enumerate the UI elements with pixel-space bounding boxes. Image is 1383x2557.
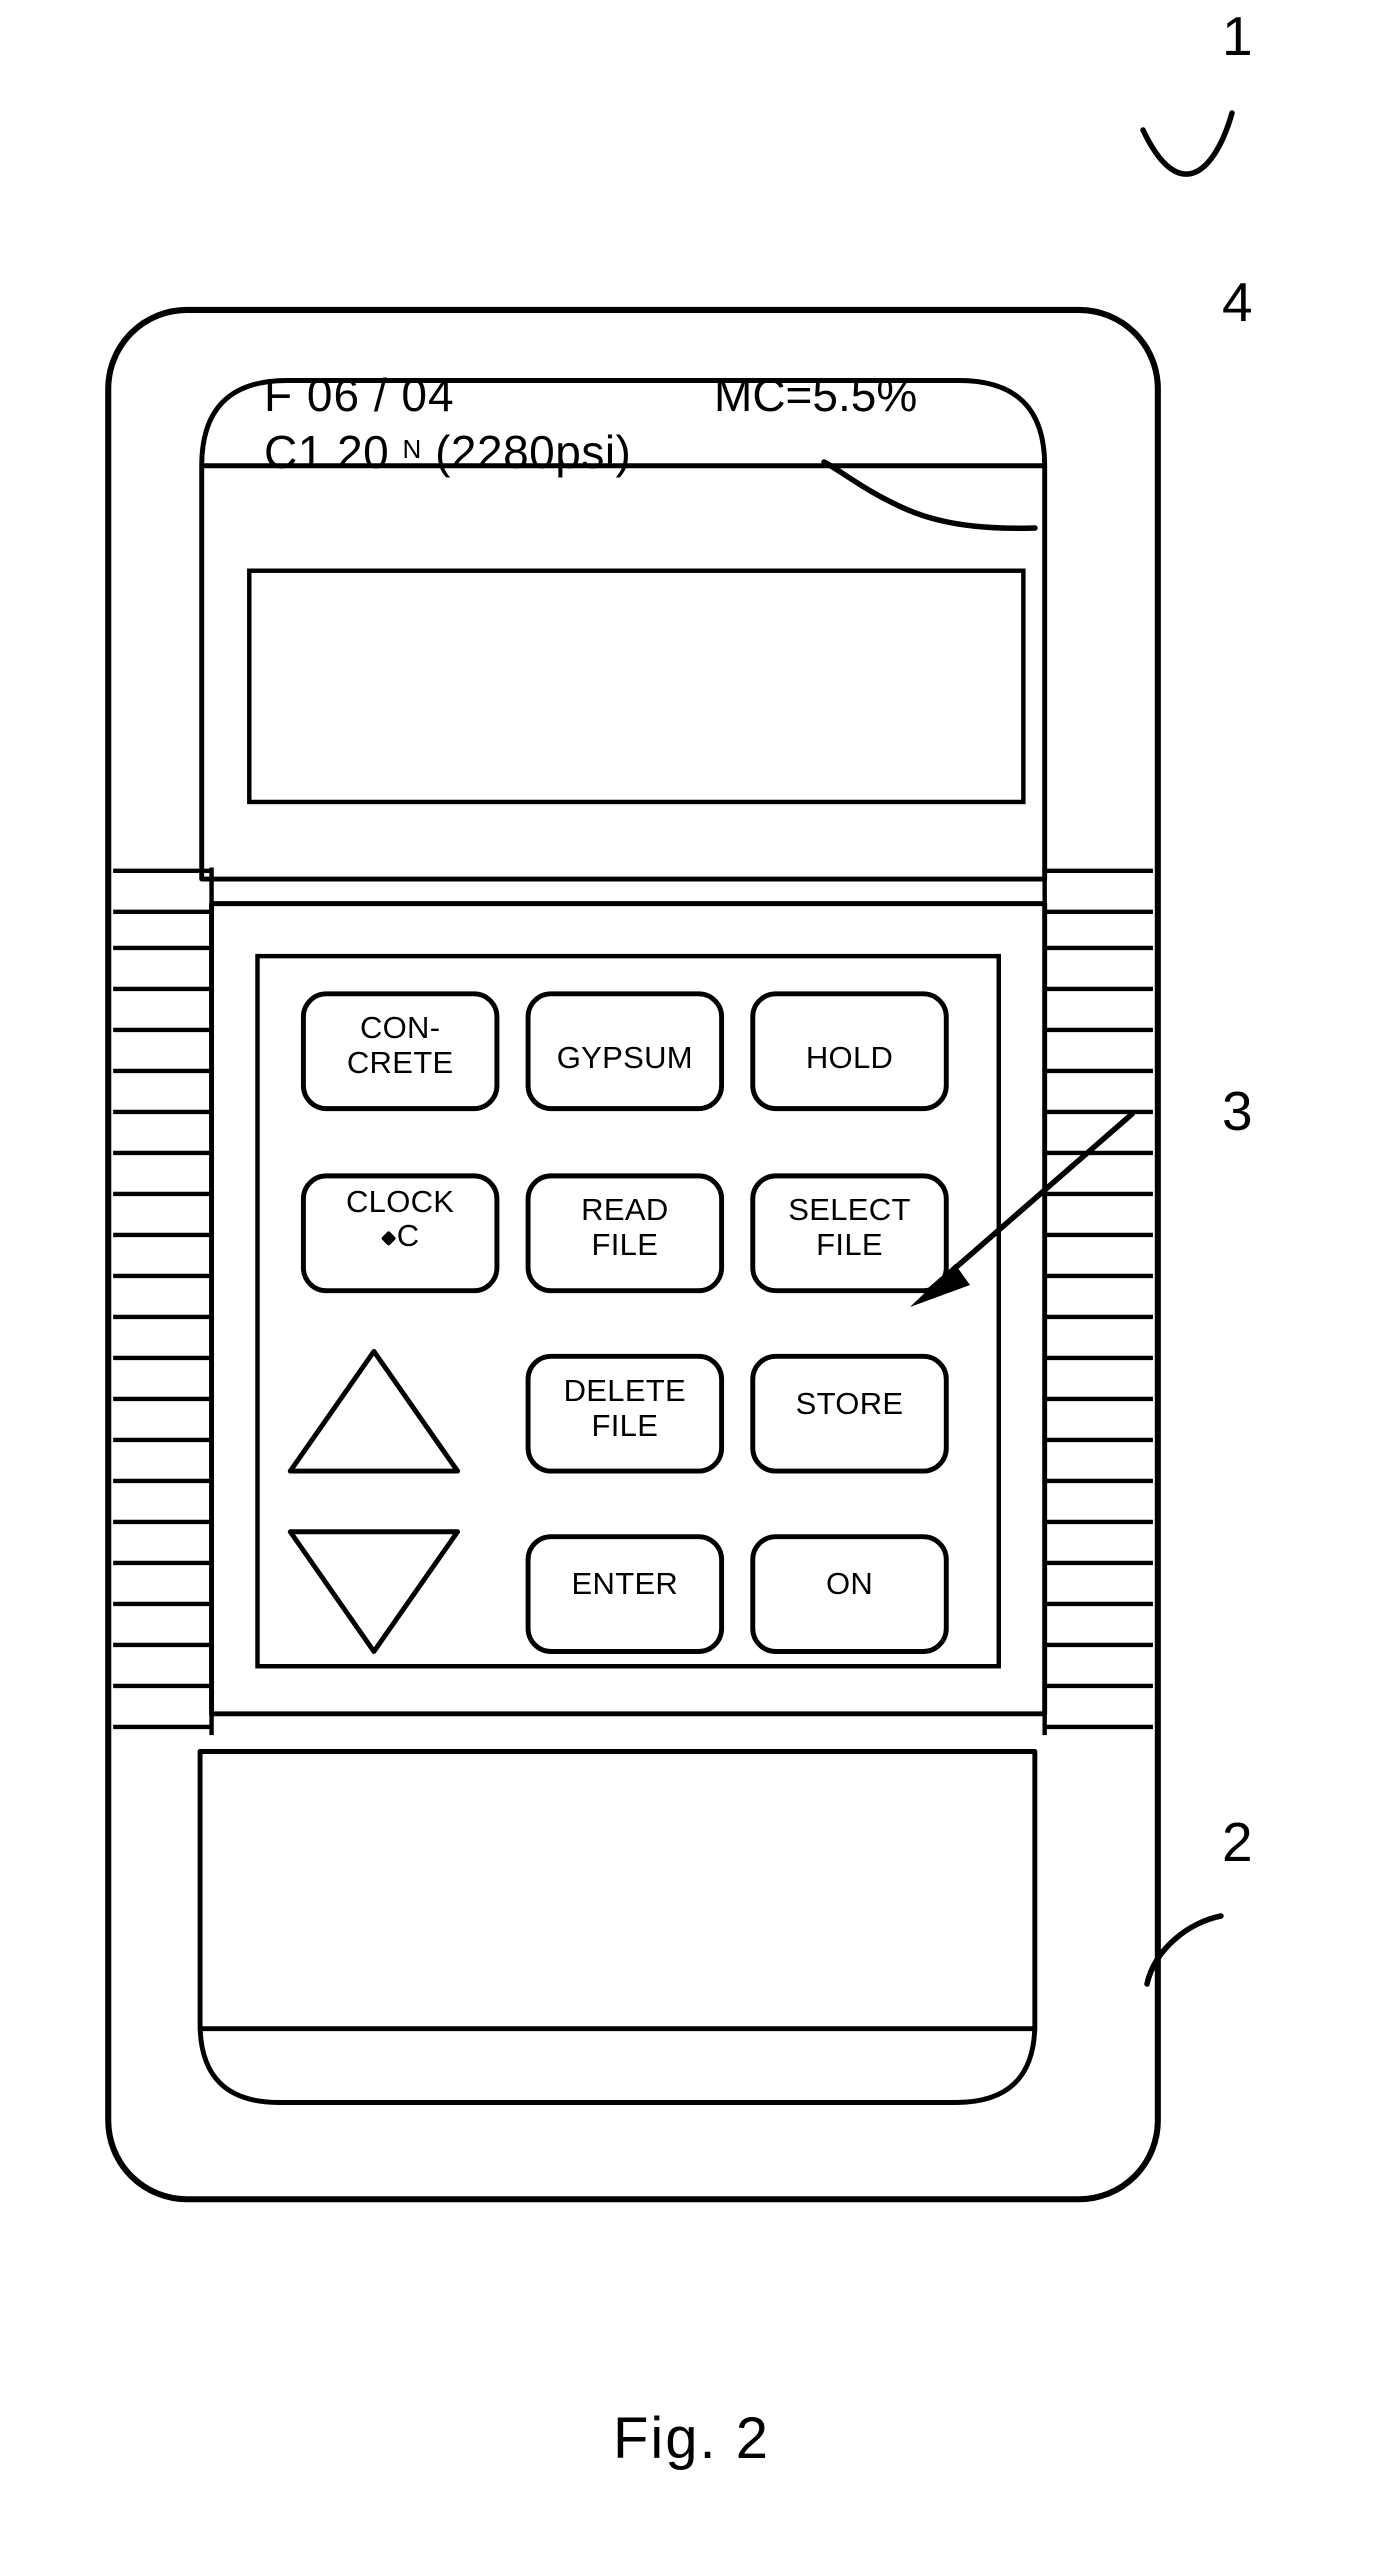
reference-numeral-2: 2 xyxy=(1222,1811,1253,1873)
lcd-line2-superscript: N xyxy=(402,434,422,464)
key-label-enter[interactable]: ENTER xyxy=(528,1566,722,1601)
lcd-line2: C1 20 N (2280psi) xyxy=(264,425,631,479)
degree-symbol-icon xyxy=(380,1230,397,1247)
key-label-clock-celsius: C xyxy=(303,1219,497,1253)
key-label-gypsum[interactable]: GYPSUM xyxy=(528,1040,722,1075)
key-label-hold[interactable]: HOLD xyxy=(753,1040,947,1075)
key-label-on[interactable]: ON xyxy=(753,1566,947,1601)
figure-caption: Fig. 2 xyxy=(612,2406,771,2471)
reference-numeral-1: 1 xyxy=(1222,5,1253,67)
key-label-delete-file[interactable]: DELETE FILE xyxy=(528,1373,722,1443)
key-label-clock[interactable]: CLOCK C xyxy=(303,1184,497,1253)
lcd-line1-right: MC=5.5% xyxy=(714,369,918,421)
lcd-line2-suffix: (2280psi) xyxy=(421,426,632,478)
figure-drawing xyxy=(105,110,1235,2203)
reference-numeral-3: 3 xyxy=(1222,1080,1253,1142)
leader-line-1 xyxy=(1140,110,1235,177)
key-label-concrete[interactable]: CON- CRETE xyxy=(303,1010,497,1080)
grip-ribs-left xyxy=(113,868,212,1730)
key-label-store[interactable]: STORE xyxy=(753,1386,947,1421)
lcd-line2-prefix: C1 20 xyxy=(264,426,403,478)
key-outline-down-arrow xyxy=(287,1529,461,1654)
patent-figure-page: F 06 / 04 MC=5.5% C1 20 N (2280psi) CON-… xyxy=(0,0,1383,2557)
key-label-read-file[interactable]: READ FILE xyxy=(528,1192,722,1262)
key-label-clock-main: CLOCK xyxy=(345,1184,455,1220)
key-outline-up-arrow xyxy=(287,1348,461,1474)
grip-ribs-right xyxy=(1044,868,1153,1730)
lcd-line1-left: F 06 / 04 xyxy=(264,369,455,421)
leader-line-4 xyxy=(821,459,1038,532)
reference-numeral-4: 4 xyxy=(1222,271,1253,333)
lcd-screen-frame xyxy=(247,568,1026,805)
key-label-clock-unit: C xyxy=(396,1218,420,1254)
key-label-select-file[interactable]: SELECT FILE xyxy=(753,1192,947,1262)
bottom-panel-outline xyxy=(197,1749,1038,2105)
